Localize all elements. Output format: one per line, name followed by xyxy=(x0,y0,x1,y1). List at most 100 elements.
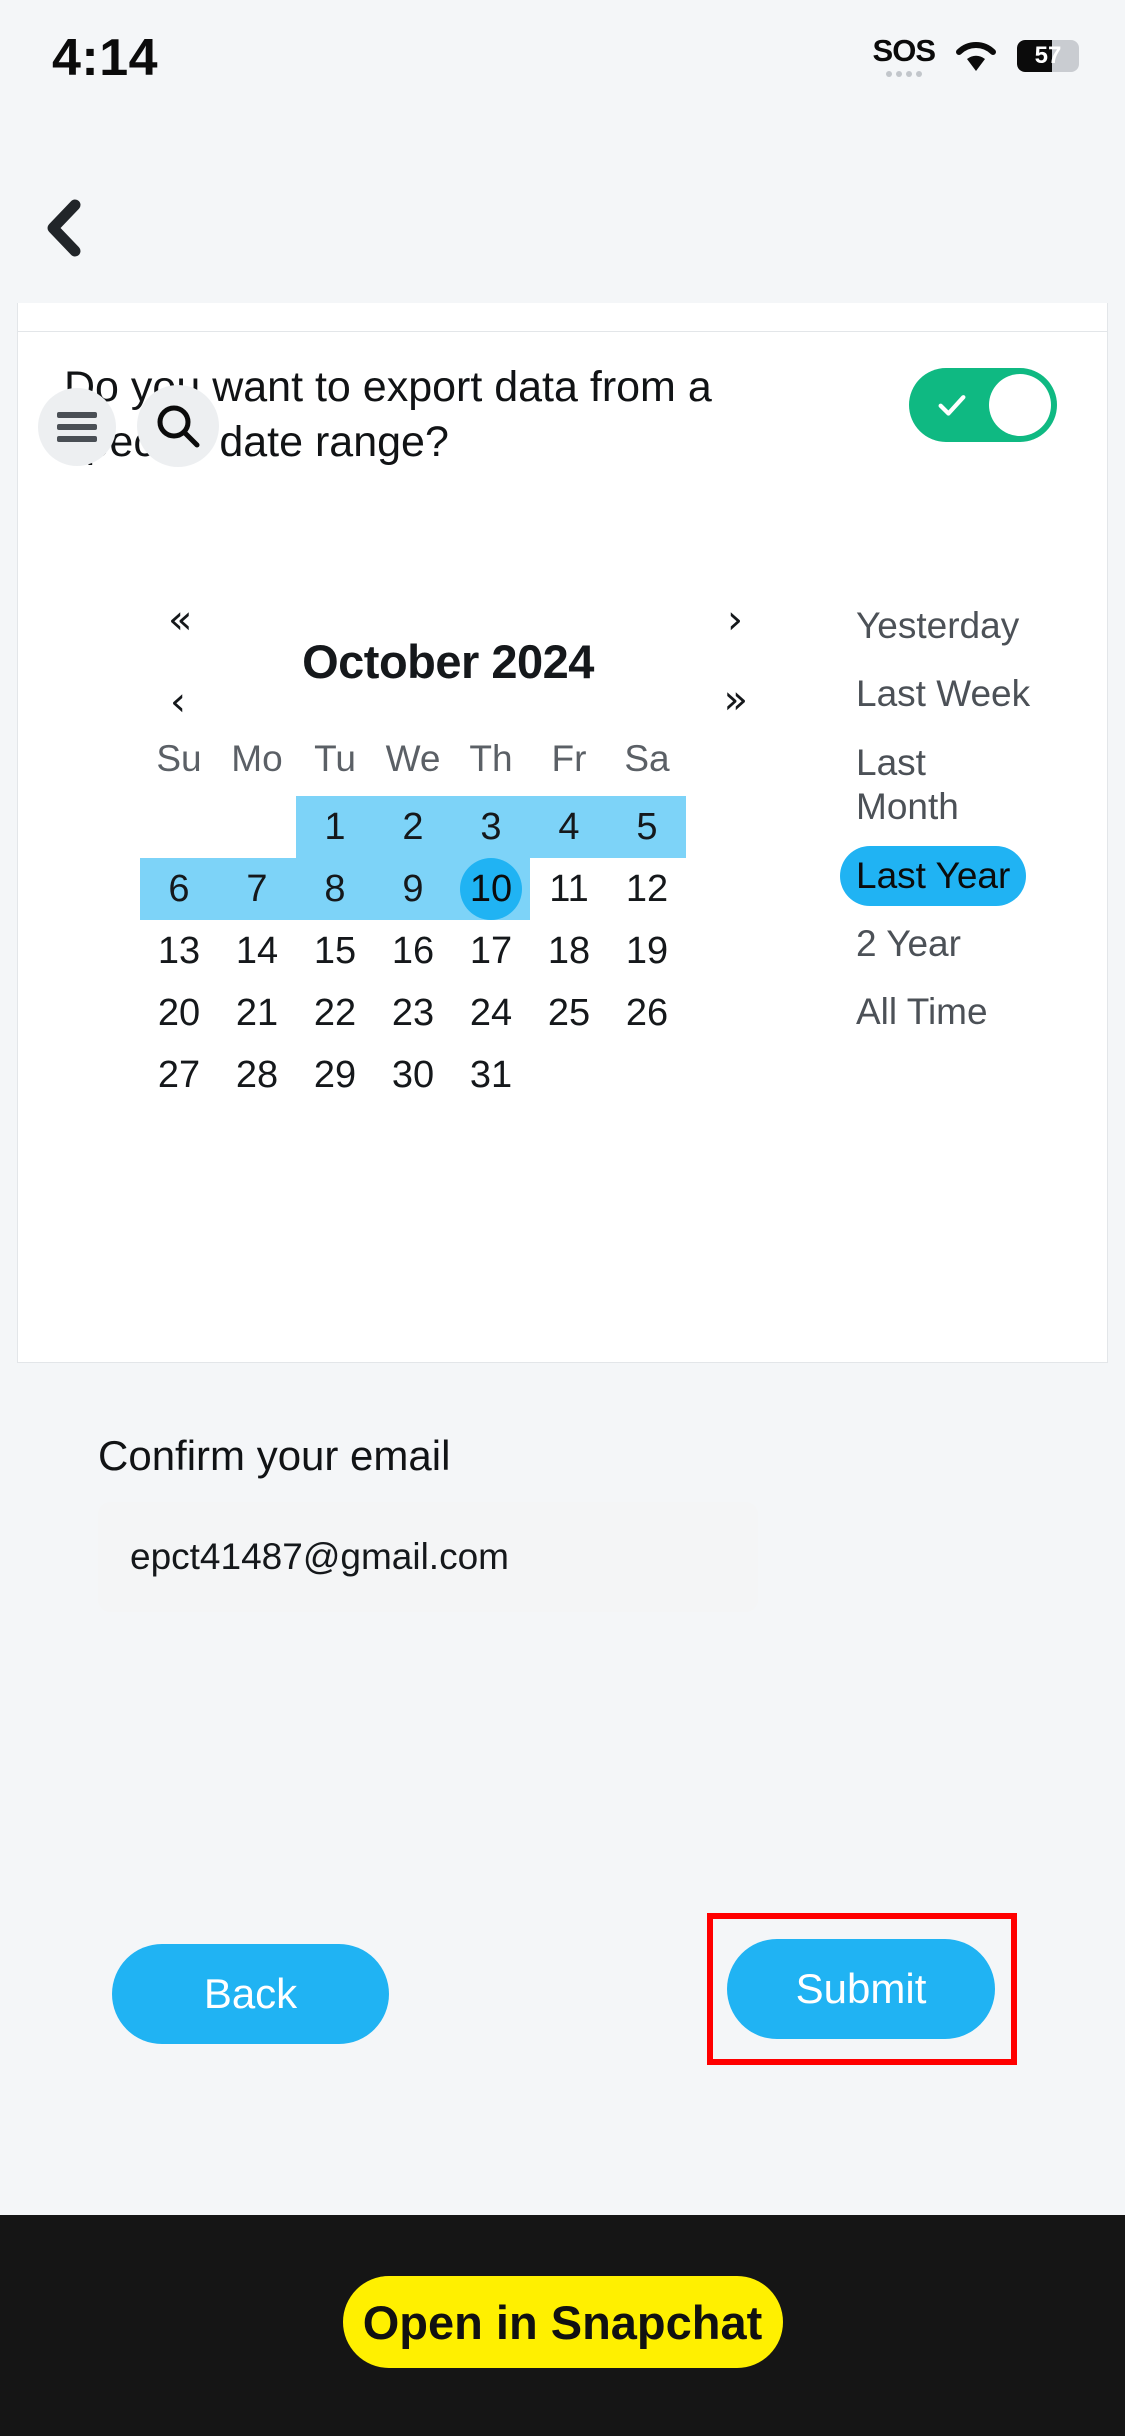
calendar-day[interactable]: 6 xyxy=(140,858,218,920)
calendar-day[interactable]: 2 xyxy=(374,796,452,858)
calendar-empty-cell xyxy=(530,1044,608,1106)
calendar-day-label: 14 xyxy=(235,929,279,972)
calendar-day[interactable]: 23 xyxy=(374,982,452,1044)
phone-screen: 4:14 SOS 57 Do you want to export data f… xyxy=(0,0,1125,2436)
calendar-day[interactable]: 4 xyxy=(530,796,608,858)
preset-range-item[interactable]: 2 Year xyxy=(840,914,977,974)
hamburger-menu-icon xyxy=(57,412,97,442)
search-icon xyxy=(157,405,200,448)
battery-percent: 57 xyxy=(1034,42,1062,69)
calendar-day[interactable]: 8 xyxy=(296,858,374,920)
calendar-day[interactable]: 7 xyxy=(218,858,296,920)
calendar-weekday-row: Su Mo Tu We Th Fr Sa xyxy=(140,722,764,796)
check-icon xyxy=(938,395,966,416)
signal-dots-icon xyxy=(885,71,922,77)
date-range-toggle[interactable] xyxy=(909,368,1057,442)
calendar-day[interactable]: 21 xyxy=(218,982,296,1044)
calendar-day[interactable]: 12 xyxy=(608,858,686,920)
calendar-day-label: 29 xyxy=(313,1053,357,1096)
calendar-day[interactable]: 19 xyxy=(608,920,686,982)
calendar: « ‹ October 2024 › » Su Mo Tu We Th Fr Sa 1234… xyxy=(98,572,798,1096)
calendar-weekday: Sa xyxy=(624,738,670,779)
calendar-day-label: 12 xyxy=(625,867,669,910)
calendar-day[interactable]: 22 xyxy=(296,982,374,1044)
calendar-day[interactable]: 31 xyxy=(452,1044,530,1106)
calendar-day[interactable]: 24 xyxy=(452,982,530,1044)
sos-icon: SOS xyxy=(872,33,936,77)
toggle-knob xyxy=(989,374,1051,436)
calendar-day[interactable]: 20 xyxy=(140,982,218,1044)
hamburger-menu-button[interactable] xyxy=(38,388,116,466)
calendar-grid: Su Mo Tu We Th Fr Sa 1 2 3 4 5 6 7 8 9 10 11 12 13 14 15 16 17… xyxy=(140,722,764,1106)
calendar-weeks: 1 2 3 4 5 6 7 8 9 10 11 12 13 14 15 16 17 18 19 20 21 22 23 24 2… xyxy=(140,796,764,1106)
calendar-weekday: Su xyxy=(156,738,202,779)
open-in-snapchat-button[interactable]: Open in Snapchat xyxy=(342,2276,783,2368)
calendar-day-label: 25 xyxy=(547,991,591,1034)
calendar-day-label: 27 xyxy=(157,1053,201,1096)
submit-highlight-box xyxy=(707,1913,1017,2065)
calendar-day[interactable]: 29 xyxy=(296,1044,374,1106)
calendar-day[interactable]: 17 xyxy=(452,920,530,982)
calendar-day-label: 30 xyxy=(391,1053,435,1096)
calendar-day-label: 22 xyxy=(313,991,357,1034)
preset-range-item[interactable]: All Time xyxy=(840,982,1004,1042)
calendar-day-label: 1 xyxy=(324,805,346,848)
next-month-button[interactable]: › xyxy=(727,600,743,640)
calendar-week-row: 27 28 29 30 31 xyxy=(140,1044,764,1106)
calendar-day-label: 31 xyxy=(469,1053,513,1096)
calendar-day[interactable]: 11 xyxy=(530,858,608,920)
calendar-day-label: 20 xyxy=(157,991,201,1034)
calendar-day-label: 19 xyxy=(625,929,669,972)
calendar-day[interactable]: 3 xyxy=(452,796,530,858)
calendar-day-label: 8 xyxy=(324,867,346,910)
calendar-day-label: 10 xyxy=(469,867,513,910)
wifi-icon xyxy=(953,38,999,74)
calendar-day[interactable]: 26 xyxy=(608,982,686,1044)
calendar-empty-cell xyxy=(608,1044,686,1106)
calendar-day[interactable]: 18 xyxy=(530,920,608,982)
calendar-title: October 2024 xyxy=(302,635,594,688)
calendar-day[interactable]: 15 xyxy=(296,920,374,982)
preset-range-list: Yesterday Last Week Last Month Last Year 2 Y… xyxy=(840,596,1090,1043)
bottom-bar: Open in Snapchat xyxy=(0,2215,1125,2436)
calendar-day-label: 5 xyxy=(636,805,658,848)
calendar-day[interactable]: 10 xyxy=(452,858,530,920)
calendar-day[interactable]: 1 xyxy=(296,796,374,858)
calendar-day-label: 2 xyxy=(402,805,424,848)
calendar-day[interactable]: 14 xyxy=(218,920,296,982)
status-bar: 4:14 SOS 57 xyxy=(0,0,1125,110)
battery-icon: 57 xyxy=(1017,40,1079,72)
calendar-header: « ‹ October 2024 › » xyxy=(98,572,798,722)
calendar-weekday: Th xyxy=(469,738,513,779)
back-button[interactable] xyxy=(24,188,104,268)
preset-range-item[interactable]: Yesterday xyxy=(840,596,1035,656)
preset-range-item[interactable]: Last Month xyxy=(840,733,1050,838)
calendar-week-row: 6 7 8 9 10 11 12 xyxy=(140,858,764,920)
calendar-day[interactable]: 30 xyxy=(374,1044,452,1106)
calendar-day[interactable]: 13 xyxy=(140,920,218,982)
calendar-weekday: Tu xyxy=(314,738,356,779)
next-year-button[interactable]: » xyxy=(724,680,748,720)
calendar-day-label: 13 xyxy=(157,929,201,972)
calendar-week-row: 20 21 22 23 24 25 26 xyxy=(140,982,764,1044)
calendar-day[interactable]: 27 xyxy=(140,1044,218,1106)
calendar-day-label: 9 xyxy=(402,867,424,910)
calendar-week-row: 1 2 3 4 5 xyxy=(140,796,764,858)
calendar-day[interactable]: 28 xyxy=(218,1044,296,1106)
calendar-empty-cell xyxy=(140,796,218,858)
calendar-day-label: 17 xyxy=(469,929,513,972)
calendar-empty-cell xyxy=(218,796,296,858)
preset-range-item[interactable]: Last Week xyxy=(840,664,1046,724)
sos-label: SOS xyxy=(872,33,936,68)
email-field[interactable]: epct41487@gmail.com xyxy=(98,1502,758,1612)
calendar-day-label: 15 xyxy=(313,929,357,972)
search-button[interactable] xyxy=(137,385,219,467)
calendar-day[interactable]: 25 xyxy=(530,982,608,1044)
preset-range-item[interactable]: Last Year xyxy=(840,845,1027,906)
calendar-day[interactable]: 9 xyxy=(374,858,452,920)
calendar-day[interactable]: 16 xyxy=(374,920,452,982)
date-range-picker: « ‹ October 2024 › » Su Mo Tu We Th Fr Sa 1234… xyxy=(98,572,1090,1096)
calendar-day[interactable]: 5 xyxy=(608,796,686,858)
back-action-button[interactable]: Back xyxy=(112,1944,389,2044)
nav-bar xyxy=(0,110,1125,303)
